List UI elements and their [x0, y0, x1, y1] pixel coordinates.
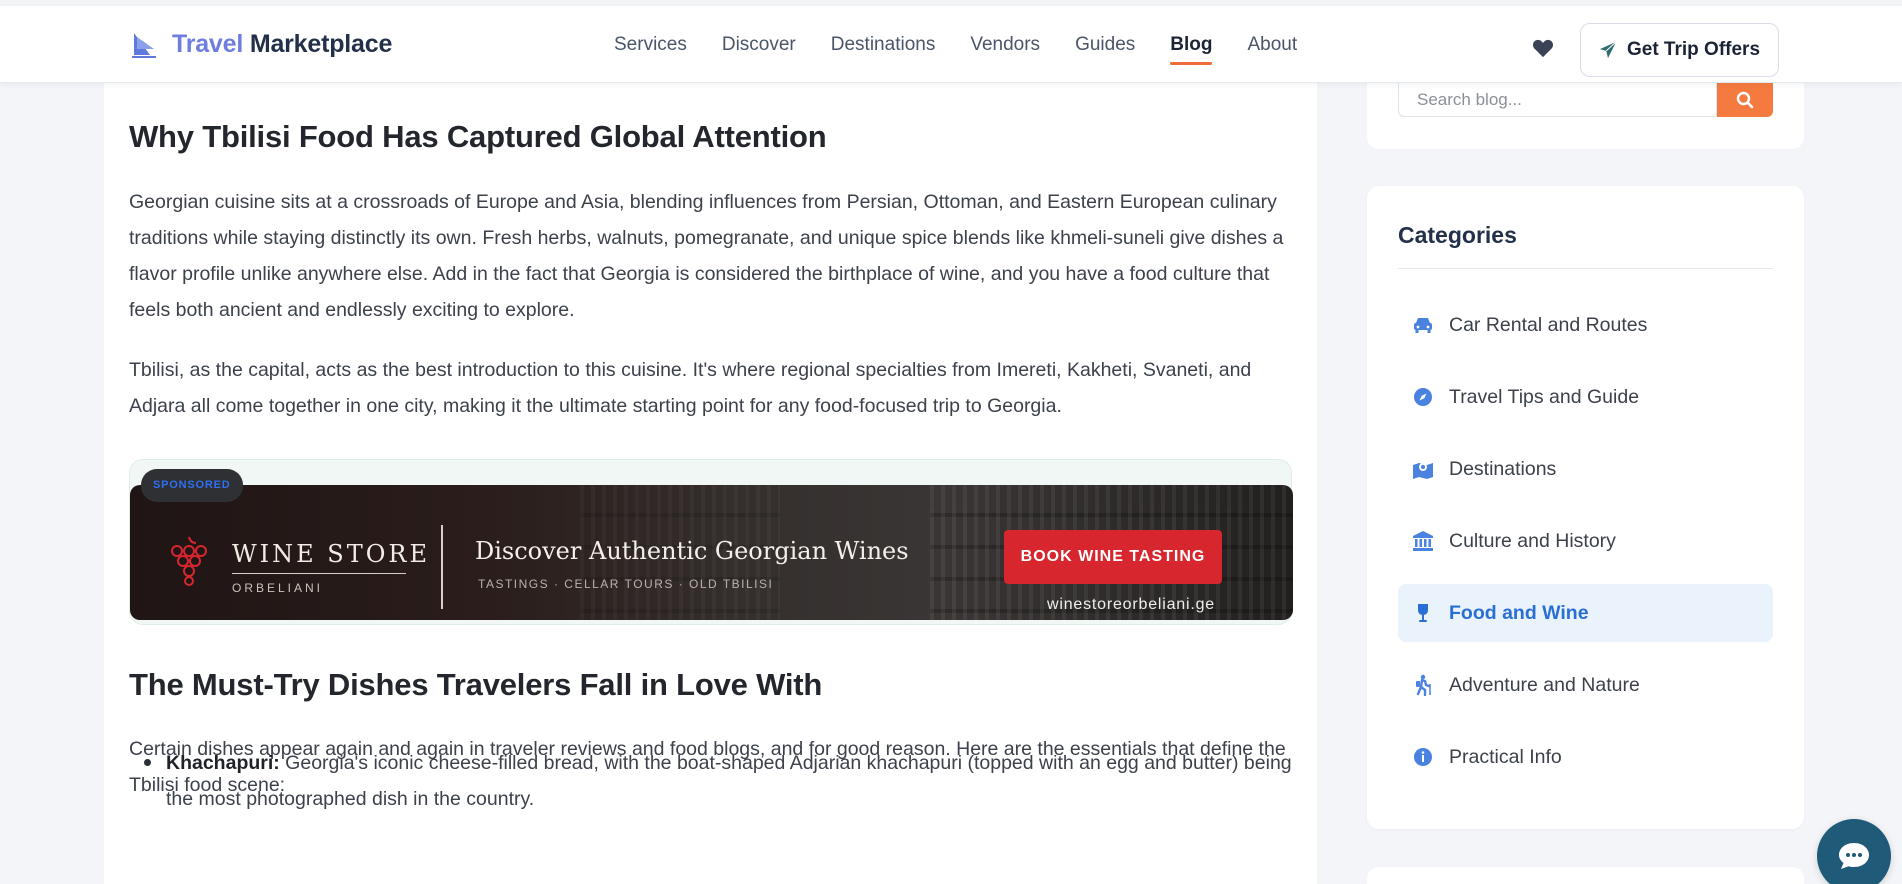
dish-description: Georgia's iconic cheese-filled bread, wi… [166, 752, 1292, 810]
search-icon [1736, 91, 1754, 109]
category-car-rental[interactable]: Car Rental and Routes [1398, 296, 1773, 354]
ad-brand-underline [232, 573, 406, 574]
ad-divider [441, 525, 443, 609]
blog-search-card [1367, 83, 1804, 149]
category-label: Destinations [1449, 457, 1557, 480]
next-sidebar-card [1367, 867, 1804, 884]
logo-text: Travel Marketplace [172, 30, 393, 58]
site-header: Travel Marketplace Services Discover Des… [0, 6, 1902, 83]
wine-glass-icon [1418, 604, 1428, 622]
category-practical-info[interactable]: Practical Info [1398, 728, 1773, 786]
landmark-icon [1413, 531, 1433, 551]
categories-title: Categories [1398, 222, 1517, 248]
get-trip-offers-button[interactable]: Get Trip Offers [1580, 23, 1779, 77]
main-nav: Services Discover Destinations Vendors G… [614, 34, 1332, 66]
category-travel-tips[interactable]: Travel Tips and Guide [1398, 368, 1773, 426]
blog-article: Why Tbilisi Food Has Captured Global Att… [104, 83, 1317, 884]
ad-url[interactable]: winestoreorbeliani.ge [1047, 596, 1215, 614]
nav-vendors[interactable]: Vendors [970, 34, 1040, 66]
chat-widget-button[interactable] [1817, 819, 1891, 884]
categories-card: Categories Car Rental and Routes Travel … [1367, 186, 1804, 829]
search-input[interactable] [1398, 83, 1717, 117]
category-label: Car Rental and Routes [1449, 313, 1648, 336]
get-trip-offers-label: Get Trip Offers [1626, 39, 1761, 60]
category-label: Practical Info [1449, 745, 1562, 768]
book-wine-tasting-button[interactable]: BOOK WINE TASTING [1004, 530, 1222, 584]
category-adventure-nature[interactable]: Adventure and Nature [1398, 656, 1773, 714]
search-button[interactable] [1717, 83, 1773, 117]
category-label: Adventure and Nature [1449, 673, 1640, 696]
article-paragraph-2: Tbilisi, as the capital, acts as the bes… [129, 359, 1252, 417]
ad-headline: Discover Authentic Georgian Wines [475, 537, 909, 565]
nav-about[interactable]: About [1247, 34, 1297, 66]
category-food-wine[interactable]: Food and Wine [1398, 584, 1773, 642]
dishes-list: Khachapuri: Georgia's iconic cheese-fill… [144, 745, 1294, 817]
list-item: Khachapuri: Georgia's iconic cheese-fill… [144, 745, 1294, 817]
nav-guides[interactable]: Guides [1075, 34, 1135, 66]
category-label: Travel Tips and Guide [1449, 385, 1640, 408]
ad-tags: TASTINGS · CELLAR TOURS · OLD TBILISI [478, 577, 774, 591]
chat-bubble-icon [1839, 843, 1869, 869]
info-icon [1414, 748, 1432, 766]
nav-blog[interactable]: Blog [1170, 34, 1213, 66]
ad-brand-subtitle: ORBELIANI [232, 581, 324, 595]
ad-brand-name: WINE STORE [232, 540, 431, 568]
map-pin-icon [1413, 463, 1433, 479]
heart-icon[interactable] [1532, 38, 1554, 58]
nav-destinations[interactable]: Destinations [831, 34, 936, 66]
sponsored-ad-block: WINE STORE ORBELIANI Discover Authentic … [129, 459, 1293, 625]
section-heading-must-try-dishes: The Must-Try Dishes Travelers Fall in Lo… [129, 667, 823, 702]
article-paragraph-1: Georgian cuisine sits at a crossroads of… [129, 191, 1284, 321]
wine-store-banner[interactable]: WINE STORE ORBELIANI Discover Authentic … [130, 485, 1293, 620]
dish-name: Khachapuri: [166, 752, 280, 774]
category-label: Culture and History [1449, 529, 1616, 552]
category-label: Food and Wine [1449, 601, 1589, 624]
nav-discover[interactable]: Discover [722, 34, 796, 66]
category-culture-history[interactable]: Culture and History [1398, 512, 1773, 570]
section-heading-global-attention: Why Tbilisi Food Has Captured Global Att… [129, 119, 827, 154]
hiking-icon [1416, 674, 1431, 696]
category-destinations[interactable]: Destinations [1398, 440, 1773, 498]
logo-sail-icon [132, 32, 156, 58]
grapes-logo-icon [171, 536, 207, 586]
nav-services[interactable]: Services [614, 34, 687, 66]
paper-plane-icon [1599, 41, 1617, 59]
compass-icon [1414, 388, 1432, 406]
sponsored-badge: SPONSORED [141, 469, 243, 502]
categories-divider [1398, 268, 1773, 269]
site-logo[interactable]: Travel Marketplace [130, 30, 392, 59]
car-icon [1414, 318, 1432, 333]
